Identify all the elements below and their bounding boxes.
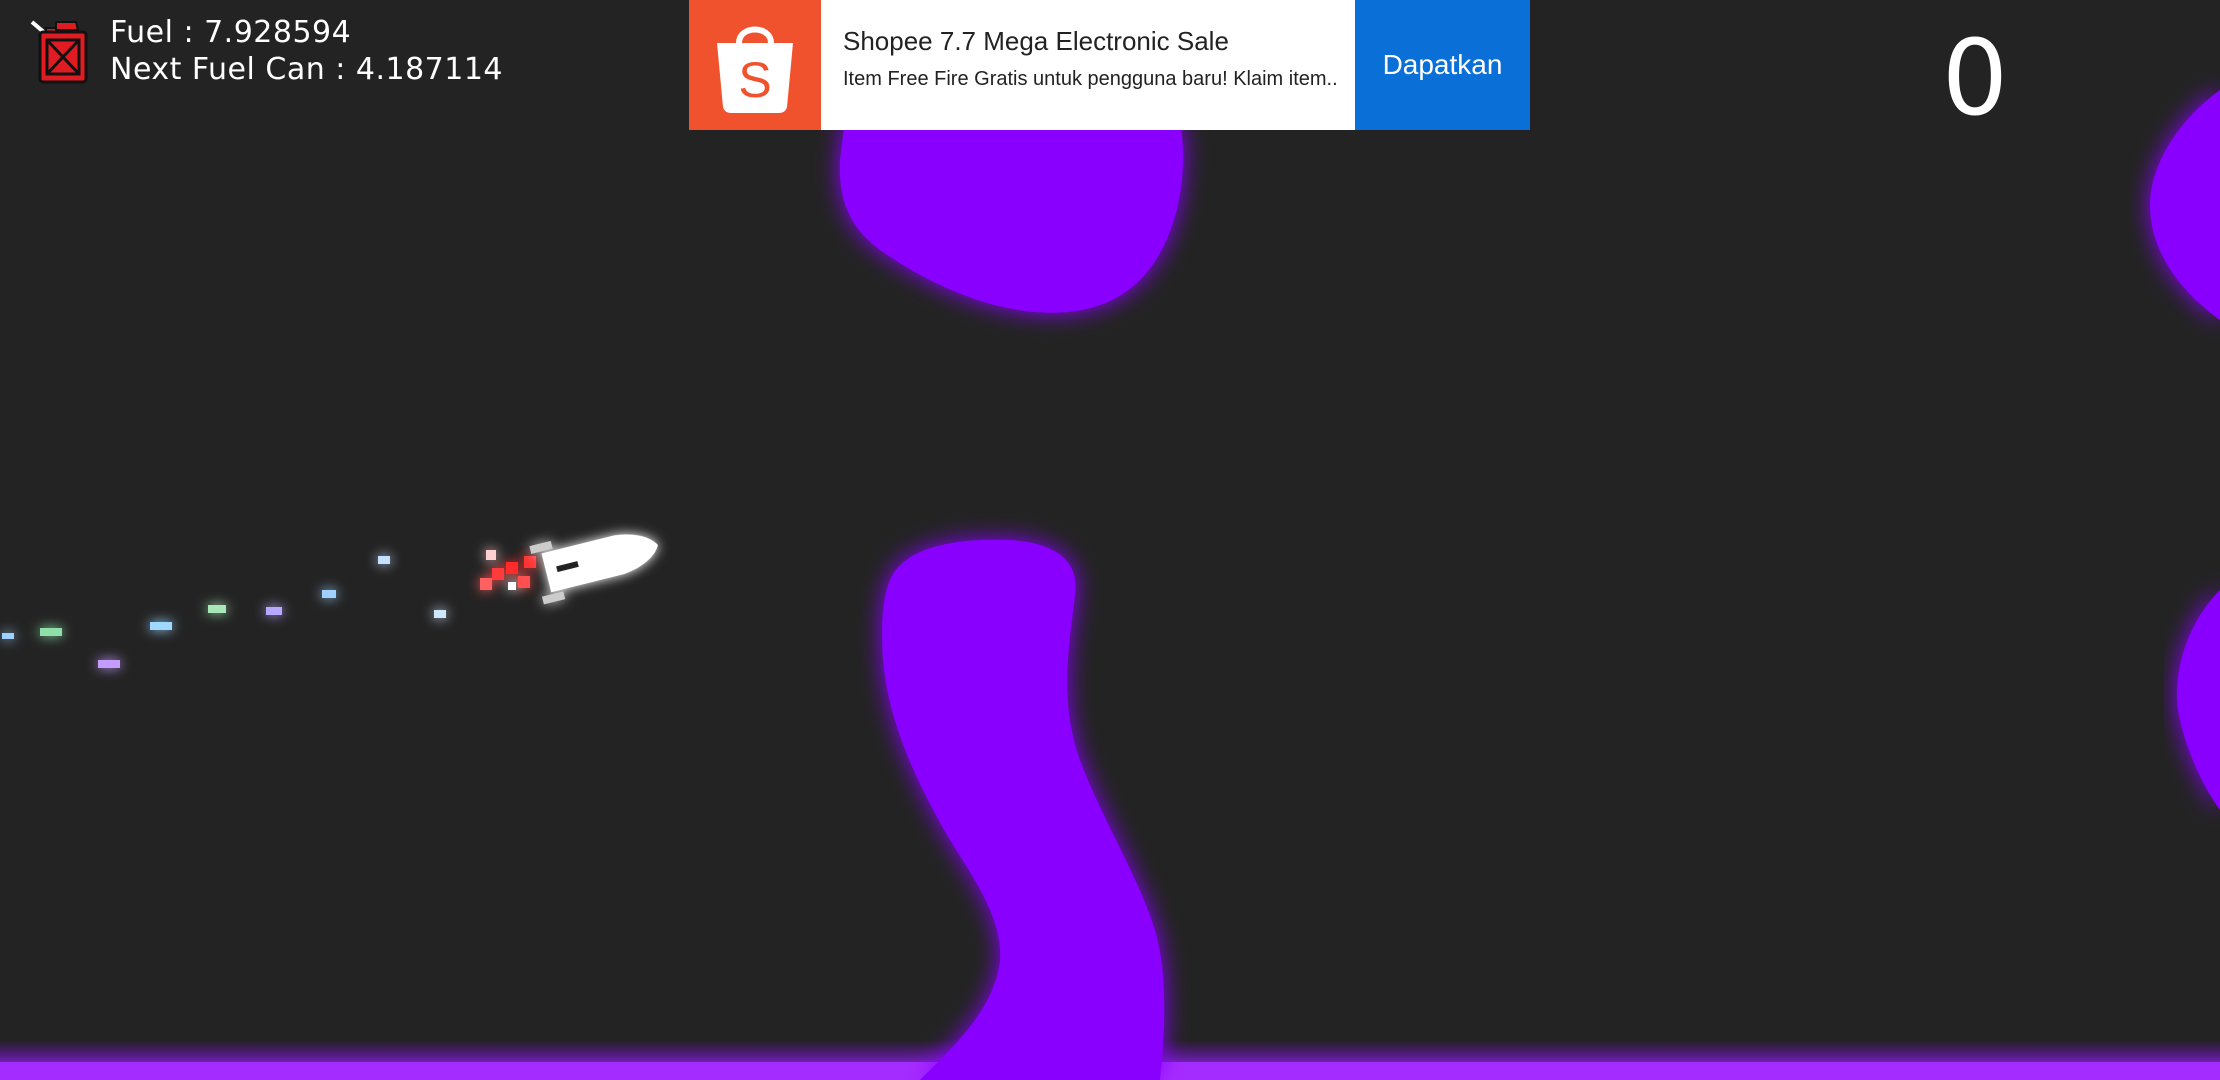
game-stage[interactable]: Fuel : 7.928594 Next Fuel Can : 4.187114…: [0, 0, 2220, 1080]
rocket-ship: [529, 534, 658, 605]
fuel-value: 7.928594: [204, 15, 352, 50]
ad-logo[interactable]: S: [689, 0, 821, 130]
ad-banner[interactable]: S Shopee 7.7 Mega Electronic Sale Item F…: [689, 0, 1530, 130]
shopping-bag-icon: S: [717, 26, 793, 113]
fuel-can-icon: [30, 20, 88, 84]
right-obstacle-bottom: [2177, 590, 2220, 810]
fuel-line: Fuel : 7.928594: [110, 14, 503, 51]
next-fuel-line: Next Fuel Can : 4.187114: [110, 51, 503, 88]
exhaust-trail: [2, 556, 446, 668]
ad-cta-button[interactable]: Dapatkan: [1355, 0, 1530, 130]
fuel-readout: Fuel : 7.928594 Next Fuel Can : 4.187114: [110, 14, 503, 88]
ad-logo-letter: S: [738, 52, 771, 108]
fuel-hud: Fuel : 7.928594 Next Fuel Can : 4.187114: [28, 14, 503, 88]
bottom-obstacle: [882, 539, 1165, 1080]
game-scene: [0, 90, 2220, 1080]
next-fuel-value: 4.187114: [355, 52, 504, 87]
ad-title: Shopee 7.7 Mega Electronic Sale: [843, 26, 1229, 56]
engine-flame: [480, 550, 536, 590]
ad-description: Item Free Fire Gratis untuk pengguna bar…: [843, 68, 1337, 90]
score-counter: 0: [1941, 17, 2008, 139]
ad-body[interactable]: Shopee 7.7 Mega Electronic Sale Item Fre…: [821, 0, 1355, 130]
next-fuel-label: Next Fuel Can :: [110, 52, 346, 87]
right-obstacle-top: [2150, 90, 2220, 320]
fuel-label: Fuel :: [110, 15, 195, 50]
top-obstacle: [839, 120, 1184, 313]
